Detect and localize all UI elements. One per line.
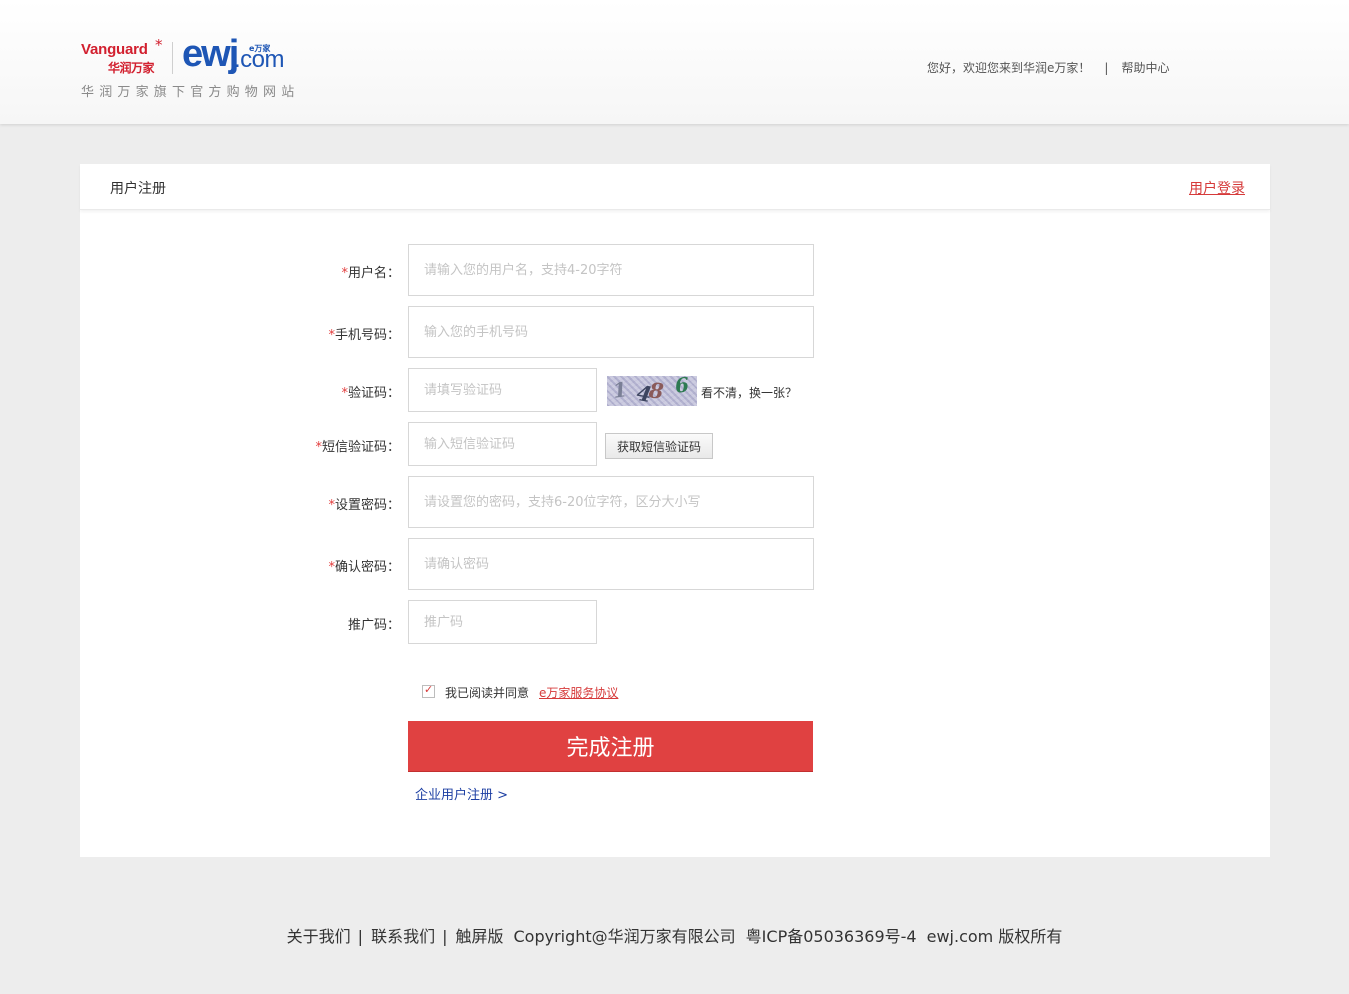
top-links-separator: | — [1104, 61, 1109, 75]
promo-code-label: 推广码： — [280, 614, 400, 633]
vanguard-logo[interactable]: Vanguard * 华润万家 — [81, 36, 167, 77]
footer-icp: 粤ICP备05036369号-4 — [745, 927, 917, 946]
footer-contact-link[interactable]: 联系我们 — [371, 927, 435, 946]
phone-input[interactable] — [408, 306, 814, 358]
welcome-text: 您好，欢迎您来到华润e万家！ — [927, 61, 1091, 75]
logo-divider — [172, 42, 173, 74]
sms-label-text: 短信验证码： — [321, 440, 400, 455]
username-label-text: 用户名： — [347, 266, 400, 281]
ewj-logo-main: ewj — [182, 33, 239, 75]
promo-code-input[interactable] — [408, 600, 597, 644]
footer-rights: ewj.com 版权所有 — [926, 927, 1063, 946]
check-icon: ✓ — [424, 683, 434, 696]
sms-code-input[interactable] — [408, 422, 597, 466]
footer-touch-version-link[interactable]: 触屏版 — [455, 927, 503, 946]
captcha-label: *验证码： — [280, 382, 400, 401]
help-center-link[interactable]: 帮助中心 — [1121, 61, 1169, 75]
complete-registration-button[interactable]: 完成注册 — [408, 721, 813, 772]
page-title: 用户注册 — [110, 181, 166, 197]
agree-checkbox[interactable]: ✓ — [422, 683, 435, 698]
vanguard-logo-text: Vanguard — [81, 41, 148, 58]
captcha-label-text: 验证码： — [347, 386, 400, 401]
captcha-char-3: 8 — [647, 377, 665, 404]
password-input[interactable] — [408, 476, 814, 528]
captcha-input[interactable] — [408, 368, 597, 412]
username-input[interactable] — [408, 244, 814, 296]
confirm-password-input[interactable] — [408, 538, 814, 590]
phone-label: *手机号码： — [280, 324, 400, 343]
vanguard-logo-cn: 华润万家 — [108, 61, 155, 75]
sms-label: *短信验证码： — [280, 436, 400, 455]
enterprise-register-link[interactable]: 企业用户注册 > — [415, 784, 508, 803]
agree-text: 我已阅读并同意 — [445, 686, 530, 700]
captcha-char-4: 6 — [673, 376, 691, 398]
site-footer: 关于我们 | 联系我们 | 触屏版 Copyright@华润万家有限公司 粤ICP备0503… — [0, 923, 1349, 947]
ewj-logo-dotcom: .com — [234, 46, 285, 73]
card-header: 用户注册 用户登录 — [80, 164, 1270, 210]
footer-copyright: Copyright@华润万家有限公司 — [513, 927, 736, 946]
password-label-text: 设置密码： — [334, 498, 400, 513]
footer-about-link[interactable]: 关于我们 — [287, 927, 351, 946]
register-card: 用户注册 用户登录 *用户名： *手机号码： *验证码： 1 4 8 6 看不清… — [80, 164, 1270, 857]
password-label: *设置密码： — [280, 494, 400, 513]
get-sms-code-button[interactable]: 获取短信验证码 — [605, 433, 713, 459]
site-tagline: 华润万家旗下官方购物网站 — [81, 85, 300, 100]
footer-separator: | — [442, 927, 448, 946]
phone-label-text: 手机号码： — [334, 328, 400, 343]
top-links: 您好，欢迎您来到华润e万家！ | 帮助中心 — [927, 59, 1169, 76]
service-agreement-link[interactable]: e万家服务协议 — [539, 684, 618, 701]
site-header: Vanguard * 华润万家 ewj e万家 .com 华润万家旗下官方购物网… — [0, 0, 1349, 124]
ewj-logo[interactable]: ewj e万家 .com — [182, 32, 302, 76]
confirm-password-label-text: 确认密码： — [334, 560, 400, 575]
footer-separator: | — [357, 927, 364, 946]
user-login-link[interactable]: 用户登录 — [1189, 178, 1245, 198]
username-label: *用户名： — [280, 262, 400, 281]
vanguard-star-icon: * — [155, 36, 163, 54]
confirm-password-label: *确认密码： — [280, 556, 400, 575]
promo-code-label-text: 推广码： — [347, 618, 400, 633]
captcha-image[interactable]: 1 4 8 6 — [607, 376, 697, 406]
captcha-refresh-link[interactable]: 看不清，换一张？ — [701, 384, 797, 401]
